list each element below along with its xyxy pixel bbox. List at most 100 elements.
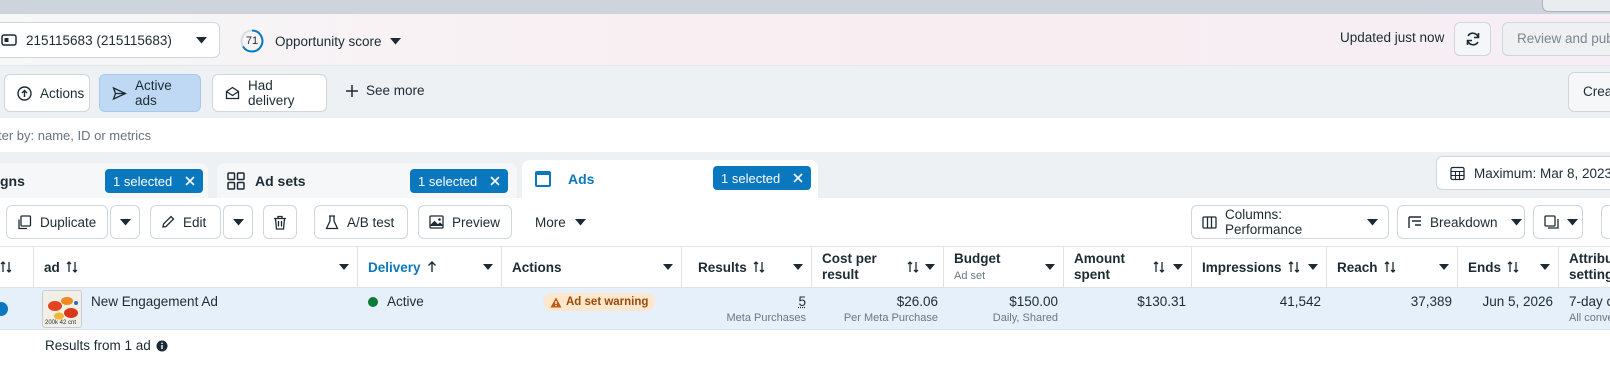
column-header-amount-spent[interactable]: Amount spent: [1064, 247, 1192, 287]
chevron-down-icon[interactable]: [793, 264, 803, 270]
chip-label: Had delivery: [248, 78, 314, 108]
edit-button[interactable]: Edit: [150, 205, 221, 239]
tab-ad-sets[interactable]: Ad sets 1 selected: [217, 163, 517, 198]
duplicate-button[interactable]: Duplicate: [6, 205, 108, 239]
ends-cell: Jun 5, 2026: [1458, 294, 1553, 336]
review-and-publish-button[interactable]: Review and publish: [1502, 22, 1610, 56]
opportunity-score[interactable]: 71 Opportunity score: [240, 28, 401, 54]
chevron-down-icon[interactable]: [1045, 264, 1055, 270]
active-ads-filter-chip[interactable]: Active ads: [99, 74, 201, 112]
ads-selected-pill[interactable]: 1 selected: [713, 166, 811, 190]
preview-button[interactable]: Preview: [418, 205, 512, 239]
budget-value: $150.00: [1009, 294, 1058, 309]
tab-campaigns[interactable]: gns 1 selected: [0, 163, 208, 198]
sort-icon: [1288, 261, 1300, 273]
info-icon[interactable]: [156, 340, 168, 352]
column-header-ad[interactable]: ad: [34, 247, 358, 287]
column-header-ends[interactable]: Ends: [1458, 247, 1559, 287]
close-icon[interactable]: [490, 176, 500, 186]
sort-ascending-icon: [427, 261, 437, 273]
selected-count: 1 selected: [418, 174, 477, 189]
edit-label: Edit: [183, 215, 206, 230]
breakdown-button[interactable]: Breakdown: [1397, 205, 1525, 239]
chevron-down-icon[interactable]: [925, 264, 935, 270]
chevron-down-icon[interactable]: [1173, 264, 1183, 270]
breakdown-label: Breakdown: [1430, 215, 1498, 230]
column-header-impressions[interactable]: Impressions: [1192, 247, 1327, 287]
budget-sub: Daily, Shared: [944, 312, 1058, 324]
ads-icon: [534, 170, 552, 188]
delivery-label: Active: [387, 294, 424, 309]
sort-column-header[interactable]: [0, 247, 34, 287]
chevron-down-icon[interactable]: [1540, 264, 1550, 270]
attribution-cell: 7-day c All conve: [1569, 294, 1610, 336]
sort-icon: [1384, 261, 1396, 273]
column-header-results[interactable]: Results: [682, 247, 812, 287]
column-header-delivery[interactable]: Delivery: [358, 247, 502, 287]
duplicate-label: Duplicate: [40, 215, 96, 230]
actions-filter-chip[interactable]: Actions: [4, 74, 90, 112]
results-value[interactable]: 5: [798, 294, 806, 309]
chevron-down-icon[interactable]: [1439, 264, 1449, 270]
chevron-down-icon[interactable]: [483, 264, 493, 270]
plus-icon: [346, 85, 358, 97]
more-button[interactable]: More: [524, 205, 592, 239]
columns-icon: [1202, 216, 1217, 229]
selected-count: 1 selected: [721, 171, 780, 186]
column-header-attribution[interactable]: Attribu setting: [1559, 247, 1610, 287]
active-status-dot: [368, 297, 378, 307]
see-more-button[interactable]: See more: [346, 83, 425, 98]
date-range-picker[interactable]: Maximum: Mar 8, 2023 –: [1436, 156, 1610, 190]
chevron-down-icon[interactable]: [339, 264, 349, 270]
table-header: ad Delivery Actions Results Cost per resu…: [0, 246, 1610, 288]
edit-dropdown-button[interactable]: [223, 205, 253, 239]
header-label: Actions: [512, 260, 562, 275]
tab-label: Ad sets: [255, 173, 306, 189]
ad-name[interactable]: New Engagement Ad: [91, 294, 218, 336]
extra-toolbar-button[interactable]: [1601, 205, 1610, 239]
export-button[interactable]: [1533, 205, 1583, 239]
chip-label: Actions: [40, 86, 84, 101]
header-label: Cost per result: [822, 251, 877, 283]
delete-button[interactable]: [263, 205, 297, 239]
duplicate-dropdown-button[interactable]: [110, 205, 140, 239]
column-header-actions[interactable]: Actions: [502, 247, 682, 287]
ab-test-button[interactable]: A/B test: [314, 205, 408, 239]
chevron-down-icon: [1367, 219, 1378, 226]
table-row[interactable]: 200k 42 cnt New Engagement Ad Active Ad …: [0, 288, 1610, 330]
ad-sets-selected-pill[interactable]: 1 selected: [410, 169, 508, 193]
had-delivery-filter-chip[interactable]: Had delivery: [212, 74, 327, 112]
score-ring: 71: [240, 29, 264, 53]
chevron-down-icon[interactable]: [1308, 264, 1318, 270]
campaigns-selected-pill[interactable]: 1 selected: [105, 169, 203, 193]
chevron-down-icon: [196, 37, 207, 44]
chevron-down-icon: [575, 219, 586, 226]
column-header-cost-per-result[interactable]: Cost per result: [812, 247, 944, 287]
close-icon[interactable]: [185, 176, 195, 186]
refresh-button[interactable]: [1454, 22, 1491, 56]
header-label: ad: [44, 260, 60, 275]
chevron-down-icon: [233, 219, 244, 226]
results-cell: 5 Meta Purchases: [682, 294, 806, 336]
warning-label: Ad set warning: [566, 296, 648, 308]
top-strip: [0, 0, 1610, 14]
column-header-budget[interactable]: Budget Ad set: [944, 247, 1064, 287]
row-toggle[interactable]: [0, 302, 8, 316]
chevron-down-icon: [1511, 219, 1522, 226]
tab-ads[interactable]: Ads 1 selected: [522, 160, 818, 198]
selected-count: 1 selected: [113, 174, 172, 189]
header-label: Results: [698, 260, 747, 275]
column-header-reach[interactable]: Reach: [1327, 247, 1458, 287]
thumbnail-caption: 200k 42 cnt: [45, 320, 76, 326]
tab-label: Ads: [568, 171, 594, 187]
reach-cell: 37,389: [1327, 294, 1452, 336]
create-button[interactable]: Create: [1568, 72, 1610, 112]
search-bar: [0, 118, 1610, 152]
top-strip-button[interactable]: [1542, 0, 1610, 12]
search-input[interactable]: [0, 118, 898, 152]
account-selector[interactable]: 215115683 (215115683): [0, 22, 220, 58]
close-icon[interactable]: [793, 173, 803, 183]
chevron-down-icon[interactable]: [663, 264, 673, 270]
ad-set-warning-badge[interactable]: Ad set warning: [543, 293, 655, 311]
columns-button[interactable]: Columns: Performance: [1191, 205, 1389, 239]
